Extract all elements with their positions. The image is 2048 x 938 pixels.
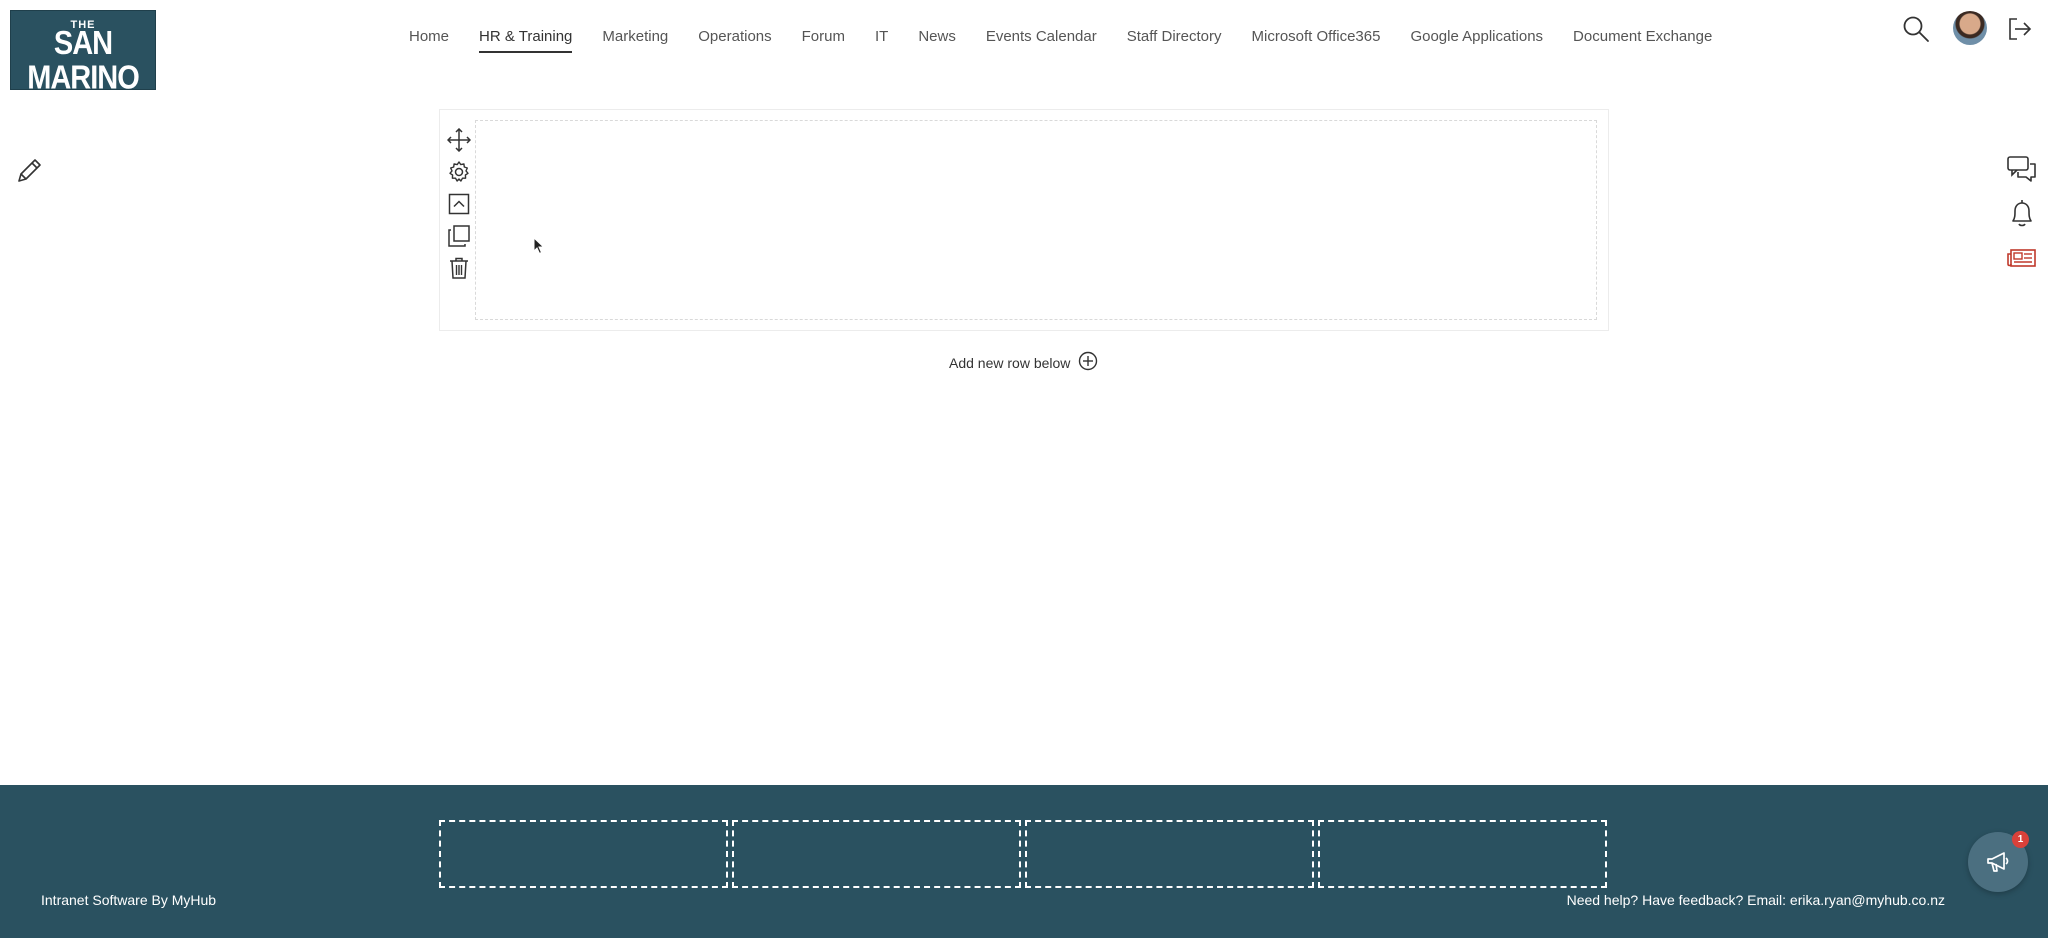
nav-events-calendar[interactable]: Events Calendar	[986, 28, 1097, 53]
page: THE SAN MARINO HOTEL GROUP Home HR & Tra…	[0, 0, 2048, 938]
nav-google-applications[interactable]: Google Applications	[1410, 28, 1543, 53]
row-toolbar	[440, 110, 476, 330]
footer-column-1[interactable]	[439, 820, 728, 888]
nav-hr-training[interactable]: HR & Training	[479, 28, 573, 53]
plus-circle-icon	[1078, 351, 1098, 374]
logo[interactable]: THE SAN MARINO HOTEL GROUP	[10, 10, 156, 105]
nav-document-exchange[interactable]: Document Exchange	[1573, 28, 1712, 53]
footer-column-4[interactable]	[1318, 820, 1607, 888]
footer: Intranet Software By MyHub Need help? Ha…	[0, 785, 2048, 938]
mouse-cursor-icon	[533, 236, 545, 260]
nav-operations[interactable]: Operations	[698, 28, 771, 53]
nav-marketing[interactable]: Marketing	[602, 28, 668, 53]
nav-office365[interactable]: Microsoft Office365	[1252, 28, 1381, 53]
search-icon[interactable]	[1902, 15, 1930, 48]
newspaper-icon[interactable]	[2007, 246, 2037, 275]
footer-column-3[interactable]	[1025, 820, 1314, 888]
nav-staff-directory[interactable]: Staff Directory	[1127, 28, 1222, 53]
chat-icon[interactable]	[2006, 154, 2038, 189]
header: THE SAN MARINO HOTEL GROUP Home HR & Tra…	[0, 0, 2048, 105]
nav-news[interactable]: News	[918, 28, 956, 53]
edit-pencil-icon[interactable]	[14, 156, 44, 191]
logo-line-2: SAN MARINO	[27, 25, 140, 97]
bell-icon[interactable]	[2008, 199, 2036, 234]
nav-home[interactable]: Home	[409, 28, 449, 53]
nav-forum[interactable]: Forum	[802, 28, 845, 53]
add-new-row-button[interactable]: Add new row below	[949, 351, 1098, 374]
footer-column-2[interactable]	[732, 820, 1021, 888]
footer-help-email[interactable]: Need help? Have feedback? Email: erika.r…	[1567, 892, 1945, 908]
move-icon[interactable]	[446, 127, 472, 153]
trash-icon[interactable]	[447, 256, 471, 280]
notification-badge: 1	[2012, 831, 2029, 848]
main-nav: Home HR & Training Marketing Operations …	[409, 28, 1742, 53]
row-content-dropzone[interactable]	[475, 120, 1597, 320]
logout-icon[interactable]	[2006, 16, 2032, 47]
footer-credit-link[interactable]: Intranet Software By MyHub	[41, 892, 216, 908]
duplicate-icon[interactable]	[447, 224, 471, 248]
announcement-button[interactable]: 1	[1968, 831, 2029, 892]
megaphone-icon	[1987, 852, 2009, 872]
user-avatar[interactable]	[1953, 11, 1987, 45]
gear-icon[interactable]	[447, 160, 471, 184]
collapse-icon[interactable]	[447, 192, 471, 216]
add-row-label: Add new row below	[949, 354, 1071, 371]
editor-row	[439, 109, 1609, 331]
nav-it[interactable]: IT	[875, 28, 888, 53]
